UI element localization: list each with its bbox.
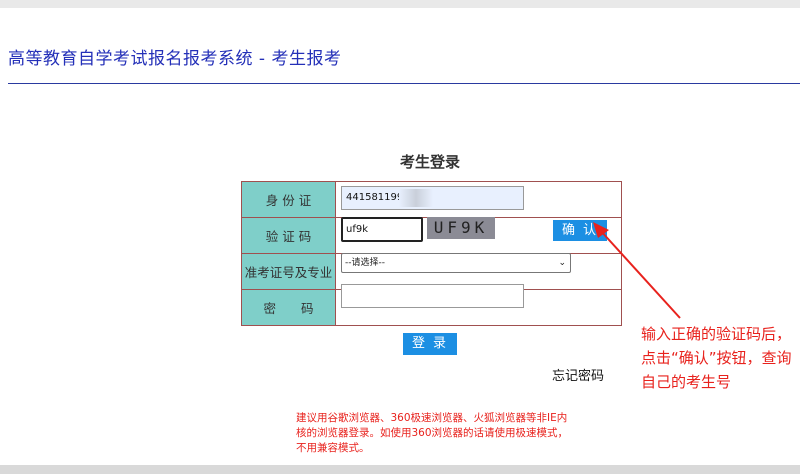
bottom-strip bbox=[0, 465, 800, 474]
redaction-blur bbox=[399, 189, 433, 207]
password-input[interactable] bbox=[341, 284, 524, 308]
system-title: 高等教育自学考试报名报考系统 - 考生报考 bbox=[8, 49, 342, 69]
forgot-password-link[interactable]: 忘记密码 bbox=[552, 365, 604, 384]
login-title: 考生登录 bbox=[399, 153, 460, 171]
chevron-down-icon: ⌄ bbox=[558, 258, 566, 268]
code-label: 验 证 码 bbox=[241, 217, 336, 254]
title-divider bbox=[8, 83, 800, 84]
captcha-input[interactable]: uf9k bbox=[341, 217, 423, 242]
captcha-image[interactable]: UF9K bbox=[427, 217, 495, 239]
annotation-text: 输入正确的验证码后，点击“确认”按钮，查询自己的考生号 bbox=[641, 325, 792, 391]
major-label: 准考证号及专业 bbox=[241, 253, 336, 290]
top-strip bbox=[0, 0, 800, 8]
major-select-value: --请选择-- bbox=[345, 258, 385, 268]
confirm-button[interactable]: 确认 bbox=[553, 220, 607, 241]
login-button[interactable]: 登录 bbox=[403, 333, 457, 355]
browser-note: 建议用谷歌浏览器、360极速浏览器、火狐浏览器等非IE内核的浏览器登录。如使用3… bbox=[296, 412, 569, 454]
major-select[interactable]: --请选择-- ⌄ bbox=[341, 253, 571, 273]
id-label: 身 份 证 bbox=[241, 181, 336, 218]
password-label: 密 码 bbox=[241, 289, 336, 326]
